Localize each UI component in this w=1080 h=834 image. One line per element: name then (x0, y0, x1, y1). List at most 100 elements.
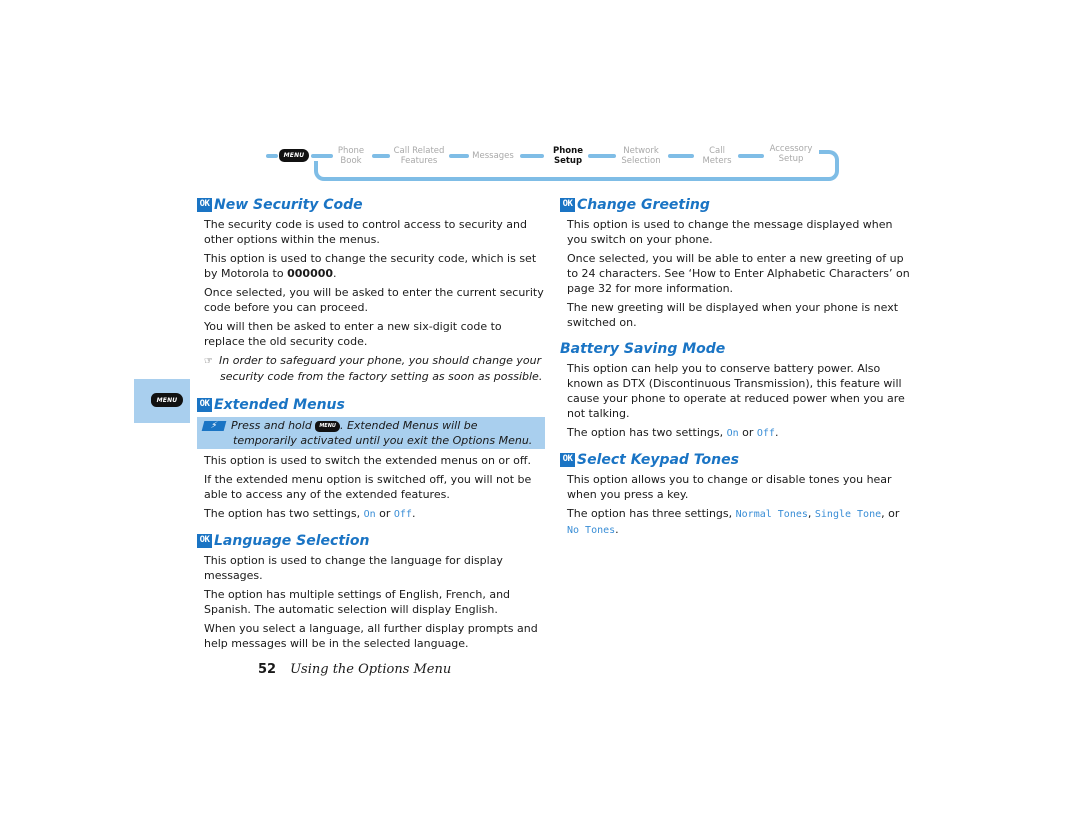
menu-key-icon: MENU (279, 149, 309, 162)
paragraph: You will then be asked to enter a new si… (204, 320, 502, 348)
nav-connector (311, 154, 333, 158)
left-column: OK New Security Code The security code i… (197, 196, 545, 659)
nav-item-label: Phone (337, 146, 365, 156)
nav-item-call-related-features: Call Related Features (391, 146, 447, 166)
nav-connector (738, 154, 764, 158)
nav-item-phone-setup: Phone Setup (548, 146, 588, 166)
text: The option has three settings, (567, 507, 736, 520)
chapter-title: Using the Options Menu (290, 662, 452, 677)
nav-item-label: Meters (702, 156, 732, 166)
shortcut-callout: ⚡ Press and hold MENU. Extended Menus wil… (197, 417, 545, 449)
text: or (375, 507, 394, 520)
right-column: OK Change Greeting This option is used t… (560, 196, 910, 546)
section-new-security-code: OK New Security Code The security code i… (197, 196, 545, 384)
option-on: On (363, 509, 376, 520)
paragraph: The option has two settings, On or Off. (204, 506, 545, 522)
nav-item-label: Accessory (769, 144, 813, 154)
option-off: Off (393, 509, 412, 520)
paragraph: Once selected, you will be asked to ente… (204, 286, 544, 314)
nav-item-call-meters: Call Meters (698, 146, 736, 166)
text: . (774, 426, 779, 439)
note: ☞ In order to safeguard your phone, you s… (204, 353, 545, 384)
option-off: Off (756, 428, 775, 439)
menu-key-icon: MENU (315, 420, 340, 432)
ok-key-icon: OK (197, 398, 212, 412)
text: . (411, 507, 416, 520)
section-title: Language Selection (214, 533, 370, 549)
paragraph: This option is used to switch the extend… (204, 454, 531, 467)
nav-return-track (819, 150, 839, 168)
text: Press and hold (231, 419, 316, 432)
paragraph: When you select a language, all further … (204, 622, 538, 650)
paragraph: This option can help you to conserve bat… (567, 362, 905, 420)
option-no-tones: No Tones (567, 525, 616, 536)
default-code: 000000 (287, 267, 334, 280)
ok-key-icon: OK (197, 534, 212, 548)
section-select-keypad-tones: OK Select Keypad Tones This option allow… (560, 451, 910, 538)
nav-item-accessory-setup: Accessory Setup (766, 144, 816, 164)
text: The option has two settings, (567, 426, 727, 439)
section-heading: OK New Security Code (197, 196, 545, 214)
nav-item-label: Phone (553, 146, 583, 156)
nav-connector (372, 154, 390, 158)
paragraph: The security code is used to control acc… (204, 218, 528, 246)
paragraph: This option is used to change the messag… (567, 218, 893, 246)
nav-connector (588, 154, 616, 158)
text: , or (881, 507, 900, 520)
nav-connector (668, 154, 694, 158)
side-tab-marker: MENU (134, 379, 190, 423)
nav-item-label: Call Related (393, 146, 445, 156)
nav-connector (266, 154, 278, 158)
paragraph: This option is used to change the langua… (204, 554, 503, 582)
section-title: Select Keypad Tones (577, 452, 739, 468)
section-heading: OK Change Greeting (560, 196, 910, 214)
paragraph: The option has multiple settings of Engl… (204, 588, 511, 616)
section-title: Extended Menus (214, 397, 345, 413)
section-battery-saving-mode: Battery Saving Mode This option can help… (560, 340, 910, 441)
page-footer: 52 Using the Options Menu (258, 662, 451, 677)
nav-item-label: Book (340, 156, 362, 166)
text: The option has two settings, (204, 507, 364, 520)
nav-item-label: Call (709, 146, 725, 156)
ok-key-icon: OK (560, 453, 575, 467)
ok-key-icon: OK (560, 198, 575, 212)
paragraph: If the extended menu option is switched … (204, 473, 532, 501)
section-language-selection: OK Language Selection This option is use… (197, 532, 545, 651)
nav-item-label: Messages (472, 151, 514, 161)
section-title: New Security Code (214, 197, 363, 213)
paragraph: The option has two settings, On or Off. (567, 425, 910, 441)
ok-key-icon: OK (197, 198, 212, 212)
page-number: 52 (258, 662, 277, 677)
text: or (738, 426, 757, 439)
nav-item-phone-book: Phone Book (334, 146, 368, 166)
option-normal-tones: Normal Tones (735, 509, 808, 520)
menu-navigation-bar: MENU Phone Book Call Related Features Me… (266, 143, 846, 185)
nav-item-label: Setup (553, 156, 583, 166)
paragraph: This option allows you to change or disa… (567, 473, 892, 501)
nav-connector (449, 154, 469, 158)
option-single-tone: Single Tone (814, 509, 882, 520)
section-heading: OK Select Keypad Tones (560, 451, 910, 469)
section-title: Battery Saving Mode (560, 341, 726, 357)
text: . (333, 267, 337, 280)
section-heading: OK Extended Menus (197, 396, 545, 414)
section-heading: Battery Saving Mode (560, 340, 910, 358)
nav-item-label: Network (623, 146, 659, 156)
nav-item-label: Setup (778, 154, 804, 164)
section-change-greeting: OK Change Greeting This option is used t… (560, 196, 910, 330)
shortcut-icon: ⚡ (201, 421, 227, 431)
paragraph: This option is used to change the securi… (204, 251, 545, 281)
section-extended-menus: OK Extended Menus ⚡ Press and hold MENU. … (197, 396, 545, 522)
nav-item-network-selection: Network Selection (618, 146, 664, 166)
section-heading: OK Language Selection (197, 532, 545, 550)
note-text: In order to safeguard your phone, you sh… (219, 354, 543, 383)
paragraph: The new greeting will be displayed when … (567, 301, 899, 329)
pointing-hand-icon: ☞ (204, 356, 213, 367)
section-title: Change Greeting (577, 197, 710, 213)
nav-item-label: Selection (621, 156, 661, 166)
paragraph: The option has three settings, Normal To… (567, 506, 910, 538)
nav-connector (520, 154, 544, 158)
paragraph: Once selected, you will be able to enter… (567, 252, 910, 295)
text: This option is used to change the securi… (204, 252, 537, 280)
nav-item-label: Features (400, 156, 438, 166)
